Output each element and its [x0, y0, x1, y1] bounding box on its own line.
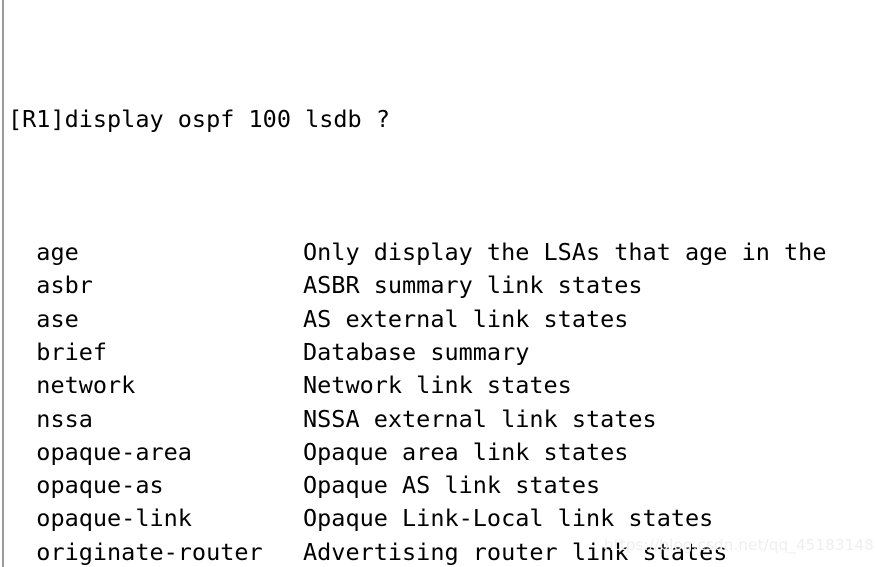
- cli-help-row: brief Database summary: [8, 336, 876, 369]
- cli-help-keyword: brief: [8, 337, 108, 366]
- cli-help-description: Database summary: [303, 337, 530, 366]
- cli-help-list: age Only display the LSAs that age in the…: [8, 236, 876, 567]
- cli-help-row: opaque-as Opaque AS link states: [8, 469, 876, 502]
- cli-help-row: nssa NSSA external link states: [8, 403, 876, 436]
- terminal-screen: [R1]display ospf 100 lsdb ? age Only disp…: [8, 3, 876, 567]
- cli-help-description: Only display the LSAs that age in the: [303, 238, 827, 267]
- cli-help-keyword: opaque-as: [8, 471, 164, 500]
- cli-help-keyword: asbr: [8, 271, 93, 300]
- cli-help-keyword: opaque-area: [8, 437, 192, 466]
- cli-help-row: age Only display the LSAs that age in the: [8, 236, 876, 269]
- cli-help-keyword: network: [8, 371, 136, 400]
- command-prompt-line: [R1]display ospf 100 lsdb ?: [8, 104, 391, 133]
- cli-help-description: AS external link states: [303, 304, 629, 333]
- cli-help-row: asbr ASBR summary link states: [8, 269, 876, 302]
- cli-help-description: ASBR summary link states: [303, 271, 643, 300]
- cli-help-keyword: ase: [8, 304, 79, 333]
- cli-help-description: Opaque AS link states: [303, 471, 601, 500]
- cli-help-description: NSSA external link states: [303, 404, 657, 433]
- cli-help-row: opaque-area Opaque area link states: [8, 436, 876, 469]
- cli-help-keyword: opaque-link: [8, 504, 192, 533]
- terminal-left-border: [2, 0, 4, 567]
- cli-help-row: ase AS external link states: [8, 303, 876, 336]
- cli-help-description: Opaque area link states: [303, 437, 629, 466]
- cli-help-keyword: age: [8, 238, 79, 267]
- watermark-text: https://blog.csdn.net/qq_45183148: [604, 535, 874, 554]
- cli-help-keyword: nssa: [8, 404, 93, 433]
- terminal-window[interactable]: [R1]display ospf 100 lsdb ? age Only disp…: [0, 0, 876, 567]
- cli-help-row: network Network link states: [8, 369, 876, 402]
- cli-help-description: Network link states: [303, 371, 572, 400]
- cli-help-keyword: originate-router: [8, 537, 263, 566]
